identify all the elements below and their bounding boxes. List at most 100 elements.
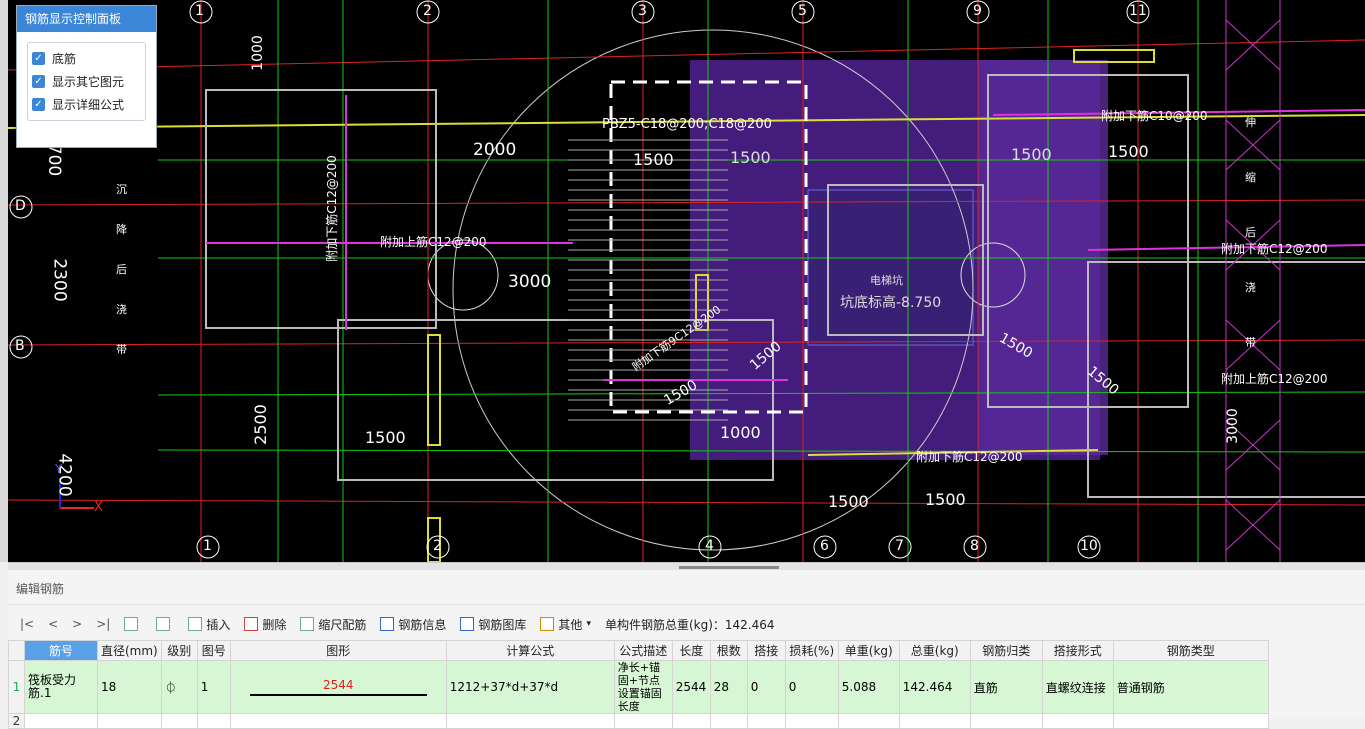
checkbox-bottom-rebar[interactable]: ✓ 底筋 xyxy=(32,47,145,70)
dim-text: 1500 xyxy=(1011,145,1052,164)
shape-length[interactable]: 2544 xyxy=(234,678,443,692)
axis-label-top-1: 1 xyxy=(195,3,204,19)
column-header[interactable]: 单重(kg) xyxy=(837,640,900,661)
delete-icon xyxy=(244,617,259,631)
column-header[interactable]: 搭接 xyxy=(746,640,786,661)
cad-canvas[interactable]: 1 2 3 5 9 11 1 2 4 6 7 8 10 D B 1000 200… xyxy=(8,0,1365,562)
axis-label-bottom-2: 2 xyxy=(433,538,442,554)
checkbox-show-other[interactable]: ✓ 显示其它图元 xyxy=(32,70,145,93)
cell-name[interactable]: 筏板受力筋.1 xyxy=(24,660,98,714)
column-header[interactable]: 损耗(%) xyxy=(784,640,839,661)
cell-unit-weight[interactable]: 5.088 xyxy=(837,660,900,714)
column-header[interactable]: 搭接形式 xyxy=(1041,640,1114,661)
cell-total-weight[interactable]: 142.464 xyxy=(898,660,971,714)
panel-options: ✓ 底筋 ✓ 显示其它图元 ✓ 显示详细公式 xyxy=(27,42,146,121)
column-header[interactable]: 根数 xyxy=(709,640,748,661)
nav-next-button[interactable]: > xyxy=(72,617,82,631)
nav-prev-button[interactable]: < xyxy=(48,617,58,631)
rebar-library-button[interactable]: 钢筋图库 xyxy=(460,616,526,633)
column-header[interactable]: 钢筋类型 xyxy=(1112,640,1269,661)
cell-lap-type[interactable]: 直螺纹连接 xyxy=(1041,660,1114,714)
column-header[interactable]: 钢筋归类 xyxy=(969,640,1043,661)
rebar-label: 附加下筋C12@200 xyxy=(324,155,339,262)
cell-formula[interactable]: 1212+37*d+37*d xyxy=(445,660,615,714)
pbz-label: PBZ5-C18@200;C18@200 xyxy=(602,117,772,132)
cell-loss[interactable]: 0 xyxy=(784,660,839,714)
cell-count[interactable]: 28 xyxy=(709,660,748,714)
rebar-label: 附加下筋C10@200 xyxy=(1101,109,1208,123)
dim-text: 700 xyxy=(44,143,65,177)
delete-button[interactable]: 删除 xyxy=(244,616,286,633)
axis-label-left-d: D xyxy=(15,198,26,214)
axis-label-bottom-7: 10 xyxy=(1080,538,1098,554)
cell-diameter[interactable]: 18 xyxy=(97,660,162,714)
cell-grade[interactable]: ⏀ xyxy=(160,660,198,714)
checkbox-label: 显示其它图元 xyxy=(52,75,125,89)
axis-label-top-4: 5 xyxy=(798,3,807,19)
scale-icon xyxy=(300,617,315,631)
editor-title: 编辑钢筋 xyxy=(8,570,1365,605)
cell-category[interactable]: 直筋 xyxy=(969,660,1043,714)
checkbox-checked-icon[interactable]: ✓ xyxy=(32,75,45,88)
cell-fig[interactable]: 1 xyxy=(196,660,231,714)
checkbox-label: 显示详细公式 xyxy=(52,98,125,112)
insert-button[interactable]: 插入 xyxy=(188,616,230,633)
rebar-display-panel: 钢筋显示控制面板 ✓ 底筋 ✓ 显示其它图元 ✓ 显示详细公式 xyxy=(16,5,157,148)
nav-first-button[interactable]: |< xyxy=(20,617,34,631)
cell-lap[interactable]: 0 xyxy=(746,660,786,714)
dim-text: 2500 xyxy=(250,404,270,445)
row-number[interactable]: 1 xyxy=(8,660,25,714)
rebar-label: 附加上筋C12@200 xyxy=(1221,372,1328,386)
rebar-table: 筋号 直径(mm) 级别 图号 图形 计算公式 公式描述 长度 根数 搭接 损耗… xyxy=(8,640,1269,729)
dim-text: 1000 xyxy=(249,35,266,71)
cell-shape[interactable]: 2544 xyxy=(229,660,447,714)
column-header[interactable]: 直径(mm) xyxy=(97,640,162,661)
chevron-down-icon: ▾ xyxy=(586,619,591,629)
column-header[interactable]: 总重(kg) xyxy=(898,640,971,661)
info-icon xyxy=(380,617,395,631)
column-header[interactable]: 级别 xyxy=(160,640,198,661)
splitter-grip[interactable] xyxy=(679,566,779,569)
rebar-info-button[interactable]: 钢筋信息 xyxy=(380,616,446,633)
column-header[interactable]: 筋号 xyxy=(24,640,98,661)
axis-label-bottom-4: 6 xyxy=(820,538,829,554)
cell-desc[interactable]: 净长+锚固+节点设置锚固长度 xyxy=(613,660,673,714)
column-header[interactable]: 图号 xyxy=(196,640,231,661)
nav-last-button[interactable]: >| xyxy=(96,617,110,631)
row-number[interactable]: 2 xyxy=(8,713,25,729)
total-weight: 单构件钢筋总重(kg)：142.464 xyxy=(604,617,775,632)
panel-title: 钢筋显示控制面板 xyxy=(17,6,156,32)
column-header[interactable]: 计算公式 xyxy=(445,640,615,661)
dim-text: 1500 xyxy=(730,148,771,167)
column-header[interactable]: 公式描述 xyxy=(613,640,673,661)
dim-text: 3000 xyxy=(508,272,552,292)
insert-icon xyxy=(188,617,203,631)
pit-label: 坑底标高-8.750 xyxy=(840,295,942,311)
axis-label-top-3: 3 xyxy=(638,3,647,19)
dim-text: 1500 xyxy=(828,492,869,511)
arrow-up-icon xyxy=(124,617,139,631)
scale-rebar-button[interactable]: 缩尺配筋 xyxy=(300,616,366,633)
table-header: 筋号 直径(mm) 级别 图号 图形 计算公式 公式描述 长度 根数 搭接 损耗… xyxy=(8,640,1269,661)
rebar-label: 附加下筋C12@200 xyxy=(1221,242,1328,256)
cell-type[interactable]: 普通钢筋 xyxy=(1112,660,1269,714)
table-row[interactable]: 2 xyxy=(8,713,1269,729)
move-up-button[interactable] xyxy=(124,617,142,631)
column-header[interactable]: 长度 xyxy=(671,640,711,661)
checkbox-checked-icon[interactable]: ✓ xyxy=(32,98,45,111)
column-header[interactable]: 图形 xyxy=(229,640,447,661)
other-icon xyxy=(540,617,555,631)
cell-length[interactable]: 2544 xyxy=(671,660,711,714)
arrow-down-icon xyxy=(156,617,171,631)
checkbox-show-formula[interactable]: ✓ 显示详细公式 xyxy=(32,93,145,116)
move-down-button[interactable] xyxy=(156,617,174,631)
axis-label-left-b: B xyxy=(15,338,25,354)
axis-label-bottom-5: 7 xyxy=(895,538,904,554)
rebar-label: 附加下筋C12@200 xyxy=(916,450,1023,464)
dim-text: 1500 xyxy=(633,150,674,169)
table-row[interactable]: 1 筏板受力筋.1 18 ⏀ 1 2544 1212+37*d+37*d 净长+… xyxy=(8,660,1269,714)
checkbox-checked-icon[interactable]: ✓ xyxy=(32,52,45,65)
axis-label-bottom-3: 4 xyxy=(705,538,714,554)
shape-bar xyxy=(249,694,427,696)
other-dropdown[interactable]: 其他 ▾ xyxy=(540,616,591,633)
